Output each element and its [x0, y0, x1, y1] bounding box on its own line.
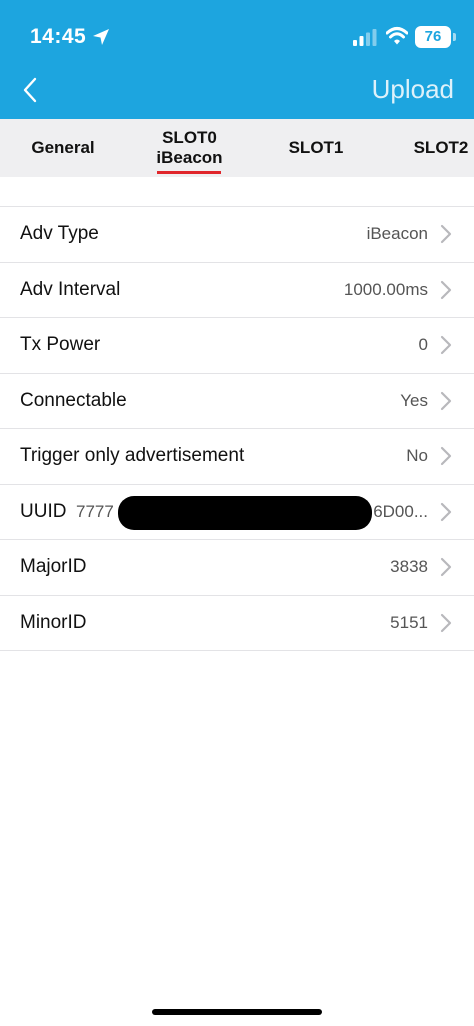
row-label: Connectable [20, 389, 127, 411]
row-label: Trigger only advertisement [20, 445, 245, 467]
redaction-mark [118, 495, 372, 530]
row-major-id[interactable]: MajorID 3838 [0, 540, 474, 596]
home-indicator[interactable] [152, 1009, 322, 1015]
chevron-right-icon [440, 558, 452, 577]
uuid-value-start: 7777 [76, 501, 114, 521]
tab-general-label: General [31, 138, 95, 157]
wifi-icon [386, 27, 408, 45]
row-label: Adv Interval [20, 278, 121, 300]
slot-tab-bar: General SLOT0 iBeacon SLOT1 SLOT2 [0, 119, 474, 177]
row-label: MajorID [20, 556, 87, 578]
row-value: iBeacon [366, 224, 428, 244]
chevron-right-icon [440, 336, 452, 355]
row-connectable[interactable]: Connectable Yes [0, 374, 474, 429]
tab-slot1[interactable]: SLOT1 [271, 119, 361, 177]
upload-button[interactable]: Upload [372, 74, 454, 105]
row-value: 3838 [390, 557, 428, 577]
row-adv-type[interactable]: Adv Type iBeacon [0, 207, 474, 263]
uuid-value-end: 6D00... [373, 501, 428, 521]
location-arrow-icon [93, 29, 109, 45]
battery-icon: 76 [415, 26, 451, 48]
tab-slot2[interactable]: SLOT2 [396, 119, 474, 177]
row-label: Tx Power [20, 334, 101, 356]
tab-slot0-label: SLOT0 [162, 128, 217, 147]
tab-slot1-label: SLOT1 [288, 138, 344, 157]
chevron-right-icon [440, 447, 452, 466]
app-header: 14:45 76 Upload [0, 0, 474, 119]
row-trigger-only-advertisement[interactable]: Trigger only advertisement No [0, 429, 474, 485]
active-tab-indicator [157, 171, 221, 174]
chevron-left-icon[interactable] [20, 76, 40, 104]
chevron-right-icon [440, 225, 452, 244]
tab-general[interactable]: General [18, 119, 108, 177]
row-value: 0 [418, 335, 428, 355]
cellular-signal-icon [353, 29, 377, 46]
tab-slot2-label: SLOT2 [413, 138, 469, 157]
row-label: UUID [20, 500, 67, 522]
status-time: 14:45 [30, 25, 87, 48]
chevron-right-icon [440, 502, 452, 521]
chevron-right-icon [440, 613, 452, 632]
row-label: Adv Type [20, 223, 99, 245]
row-minor-id[interactable]: MinorID 5151 [0, 596, 474, 651]
row-label: MinorID [20, 611, 87, 633]
tab-slot0-sublabel: iBeacon [156, 148, 223, 167]
chevron-right-icon [440, 280, 452, 299]
tab-slot0[interactable]: SLOT0 iBeacon [143, 119, 236, 177]
row-value: 1000.00ms [343, 279, 428, 299]
battery-cap [453, 33, 456, 41]
row-value: Yes [400, 390, 428, 410]
chevron-right-icon [440, 391, 452, 410]
row-adv-interval[interactable]: Adv Interval 1000.00ms [0, 263, 474, 318]
row-uuid[interactable]: UUID 7777 6D00... [0, 485, 474, 540]
row-tx-power[interactable]: Tx Power 0 [0, 318, 474, 374]
row-value: No [406, 446, 428, 466]
settings-list: Adv Type iBeacon Adv Interval 1000.00ms … [0, 206, 474, 651]
row-value: 5151 [390, 612, 428, 632]
